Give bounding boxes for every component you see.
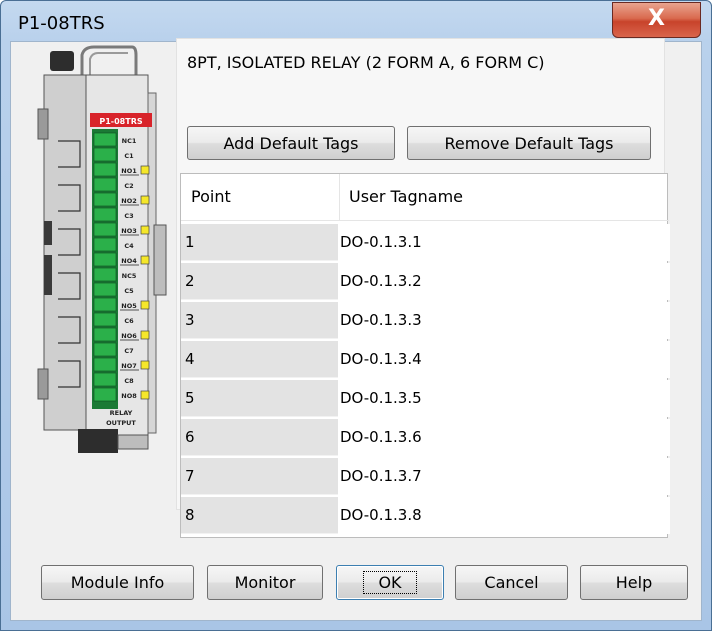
svg-text:NO4: NO4	[121, 257, 137, 265]
table-row[interactable]: 8 DO-0.1.3.8	[181, 497, 670, 535]
module-red-label: P1-08TRS	[99, 117, 143, 126]
table-row[interactable]: 4 DO-0.1.3.4	[181, 341, 670, 379]
table-row[interactable]: 3 DO-0.1.3.3	[181, 302, 670, 340]
tagname-cell[interactable]: DO-0.1.3.7	[339, 458, 670, 495]
table-row[interactable]: 5 DO-0.1.3.5	[181, 380, 670, 418]
tagname-cell[interactable]: DO-0.1.3.3	[339, 302, 670, 339]
point-cell: 8	[181, 497, 338, 534]
title-bar[interactable]: P1-08TRS X	[1, 1, 711, 41]
ok-label: OK	[363, 571, 417, 594]
header-user-tagname[interactable]: User Tagname	[349, 187, 463, 206]
svg-text:RELAY: RELAY	[110, 409, 133, 417]
svg-text:C1: C1	[124, 152, 134, 160]
table-row[interactable]: 1 DO-0.1.3.1	[181, 224, 670, 262]
svg-text:C2: C2	[124, 182, 133, 190]
remove-default-tags-label: Remove Default Tags	[444, 133, 614, 153]
point-cell: 4	[181, 341, 338, 378]
cancel-button[interactable]: Cancel	[455, 565, 568, 600]
tagname-cell[interactable]: DO-0.1.3.4	[339, 341, 670, 378]
tagname-cell[interactable]: DO-0.1.3.6	[339, 419, 670, 456]
svg-text:OUTPUT: OUTPUT	[106, 419, 136, 427]
help-button[interactable]: Help	[580, 565, 688, 600]
cancel-label: Cancel	[484, 573, 539, 592]
help-label: Help	[615, 573, 653, 592]
header-divider[interactable]	[339, 174, 340, 221]
svg-text:C4: C4	[124, 242, 134, 250]
close-icon: X	[648, 6, 665, 31]
module-info-button[interactable]: Module Info	[41, 565, 194, 600]
svg-text:NC5: NC5	[122, 272, 137, 280]
tagname-cell[interactable]: DO-0.1.3.5	[339, 380, 670, 417]
svg-text:NC1: NC1	[122, 137, 137, 145]
add-default-tags-button[interactable]: Add Default Tags	[187, 126, 395, 160]
tagname-cell[interactable]: DO-0.1.3.8	[339, 497, 670, 534]
window-title: P1-08TRS	[18, 13, 105, 34]
header-point[interactable]: Point	[191, 187, 231, 206]
point-cell: 3	[181, 302, 338, 339]
table-row[interactable]: 2 DO-0.1.3.2	[181, 263, 670, 301]
svg-text:C8: C8	[124, 377, 134, 385]
svg-text:NO8: NO8	[121, 392, 137, 400]
point-cell: 6	[181, 419, 338, 456]
point-cell: 1	[181, 224, 338, 261]
svg-text:NO6: NO6	[121, 332, 137, 340]
tag-table: Point User Tagname 1 DO-0.1.3.1 2 DO-0.1…	[180, 173, 670, 538]
table-header: Point User Tagname	[181, 174, 669, 221]
point-cell: 7	[181, 458, 338, 495]
relay-module-illustration: P1-08TRS NC1 C1 NO1 C2 NO2 C3 NO3 C4 NO4…	[37, 45, 167, 453]
module-image: P1-08TRS NC1 C1 NO1 C2 NO2 C3 NO3 C4 NO4…	[36, 45, 170, 460]
remove-default-tags-button[interactable]: Remove Default Tags	[407, 126, 651, 160]
svg-text:C5: C5	[124, 287, 134, 295]
svg-text:C3: C3	[124, 212, 133, 220]
tagname-cell[interactable]: DO-0.1.3.1	[339, 224, 670, 261]
svg-text:NO7: NO7	[121, 362, 137, 370]
table-row[interactable]: 7 DO-0.1.3.7	[181, 458, 670, 496]
point-cell: 5	[181, 380, 338, 417]
svg-text:C6: C6	[124, 317, 134, 325]
table-row[interactable]: 6 DO-0.1.3.6	[181, 419, 670, 457]
tagname-cell[interactable]: DO-0.1.3.2	[339, 263, 670, 300]
svg-text:NO1: NO1	[121, 167, 137, 175]
svg-text:NO2: NO2	[121, 197, 137, 205]
module-description: 8PT, ISOLATED RELAY (2 FORM A, 6 FORM C)	[187, 53, 545, 72]
point-cell: 2	[181, 263, 338, 300]
add-default-tags-label: Add Default Tags	[223, 133, 359, 153]
monitor-button[interactable]: Monitor	[207, 565, 323, 600]
svg-text:C7: C7	[124, 347, 133, 355]
svg-text:NO5: NO5	[121, 302, 137, 310]
ok-button[interactable]: OK	[336, 565, 444, 600]
monitor-label: Monitor	[234, 573, 296, 592]
close-button[interactable]: X	[612, 2, 701, 38]
svg-text:NO3: NO3	[121, 227, 137, 235]
module-info-label: Module Info	[70, 573, 165, 592]
